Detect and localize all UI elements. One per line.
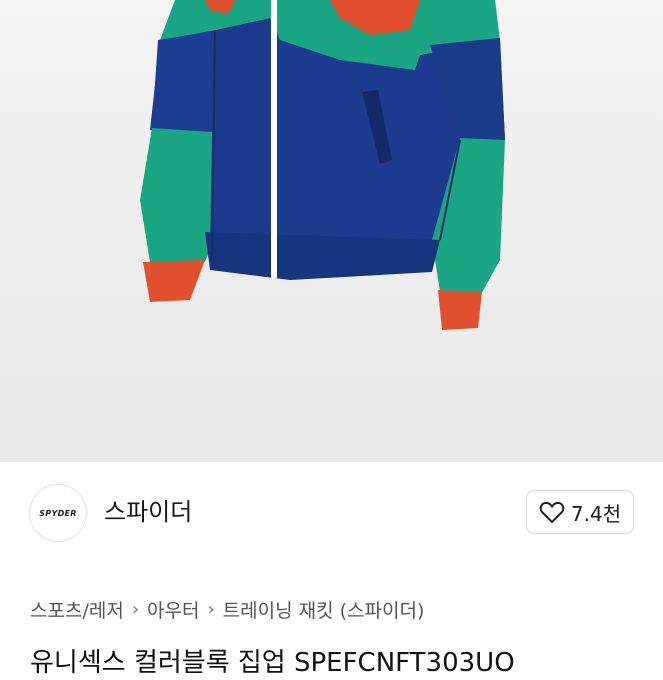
product-title: 유니섹스 컬러블록 집업 SPEFCNFT303UO: [30, 648, 515, 678]
heart-outline-icon: [539, 501, 565, 523]
breadcrumb-item-subcategory[interactable]: 아우터: [147, 596, 199, 623]
chevron-right-icon: ›: [207, 599, 215, 620]
like-button[interactable]: 7.4천: [526, 490, 634, 534]
like-count: 7.4천: [570, 501, 622, 526]
seller-name[interactable]: 스파이더: [104, 496, 192, 528]
product-image[interactable]: [0, 0, 663, 462]
seller-logo[interactable]: SPYDER: [29, 484, 87, 542]
breadcrumb: 스포츠/레저 › 아우터 › 트레이닝 재킷 (스파이더): [30, 596, 424, 623]
seller-logo-text: SPYDER: [39, 508, 77, 518]
breadcrumb-item-category[interactable]: 스포츠/레저: [30, 596, 124, 623]
breadcrumb-item-type[interactable]: 트레이닝 재킷 (스파이더): [223, 596, 425, 623]
chevron-right-icon: ›: [131, 599, 140, 620]
jacket-image: [140, 0, 505, 330]
